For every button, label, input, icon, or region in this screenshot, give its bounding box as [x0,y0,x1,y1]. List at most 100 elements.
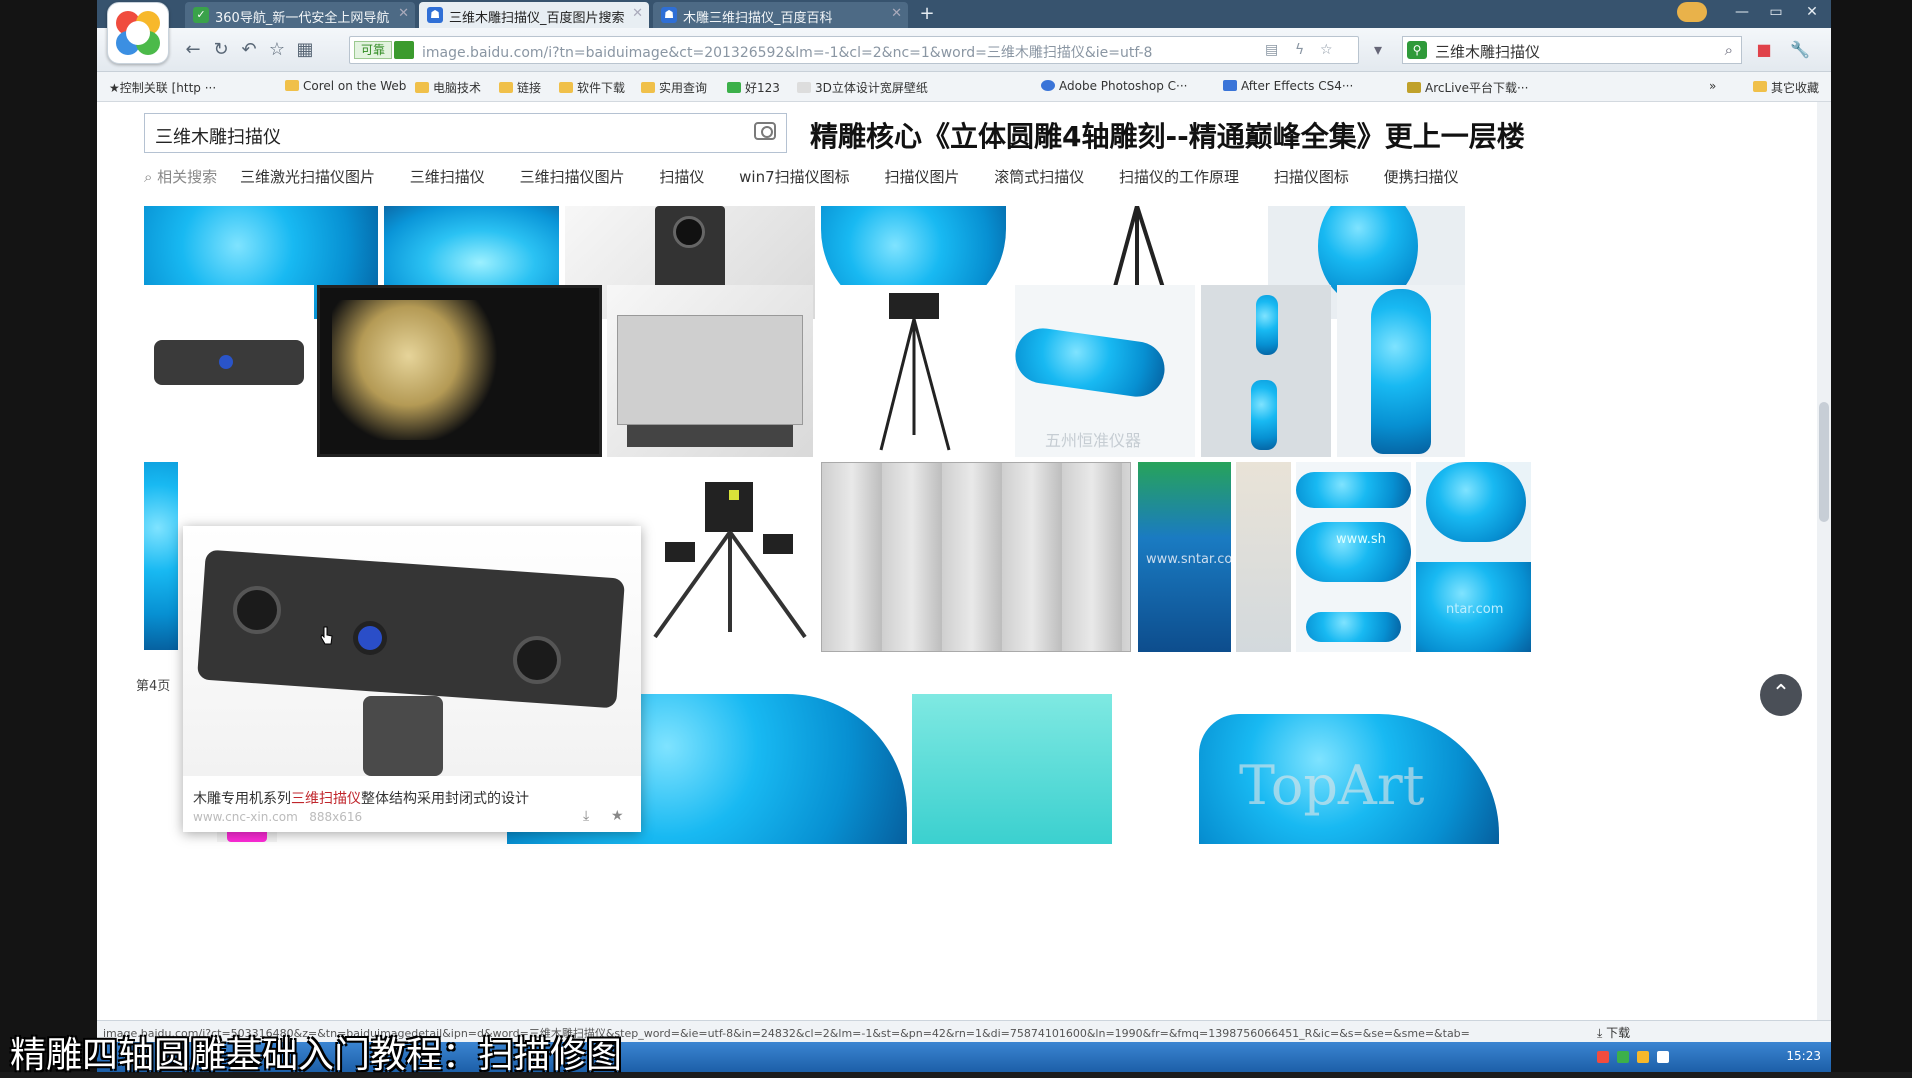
address-bar[interactable]: 可靠 image.baidu.com/i?tn=baiduimage&ct=20… [349,36,1359,64]
ad-banner[interactable]: 精雕核心《立体圆雕4轴雕刻--精通巅峰全集》更上一层楼 [810,115,1525,155]
other-bookmarks-folder[interactable]: 其它收藏 [1752,79,1819,96]
camera-icon[interactable] [754,122,776,140]
image-thumbnail[interactable]: TopArt [1119,694,1531,844]
apps-grid-icon[interactable]: ▦ [293,39,317,63]
new-tab-button[interactable]: + [912,2,942,28]
bookmark-item[interactable]: Adobe Photoshop C··· [1041,79,1187,93]
tray-icon[interactable] [1657,1051,1669,1063]
download-icon[interactable]: ⤓ [583,808,589,824]
related-item[interactable]: 三维扫描仪 [410,168,485,186]
preview-source[interactable]: www.cnc-xin.com 888x616 [193,810,362,824]
bookmark-folder[interactable]: 电脑技术 [415,79,481,96]
related-item[interactable]: 三维激光扫描仪图片 [240,168,375,186]
close-icon[interactable]: ✕ [632,6,643,21]
search-text[interactable]: 三维木雕扫描仪 [1435,41,1540,62]
related-item[interactable]: 扫描仪图片 [884,168,959,186]
related-item[interactable]: 扫描仪图标 [1274,168,1349,186]
image-thumbnail[interactable]: ntar.com [1416,462,1531,652]
bookmark-item[interactable]: 3D立体设计宽屏壁纸 [797,79,928,96]
tools-wrench-icon[interactable]: 🔧 [1787,37,1813,63]
image-thumbnail[interactable] [607,285,813,457]
favorite-star-icon[interactable]: ★ [611,808,624,824]
lightning-icon[interactable]: ϟ [1295,42,1304,58]
baidu-paw-icon: ☗ [661,7,677,23]
query-text[interactable]: 三维木雕扫描仪 [155,123,281,149]
bookmark-folder[interactable]: 实用查询 [641,79,707,96]
minimize-button[interactable]: — [1725,0,1759,24]
tray-icon[interactable] [1597,1051,1609,1063]
bookmark-folder[interactable]: 软件下载 [559,79,625,96]
tab-360-nav[interactable]: ✓ 360导航_新一代安全上网导航 ✕ [185,2,415,28]
related-item[interactable]: win7扫描仪图标 [739,168,850,186]
image-preview-popup[interactable]: 木雕专用机系列三维扫描仪整体结构采用封闭式的设计 www.cnc-xin.com… [183,526,641,832]
bookmark-item[interactable]: ★控制关联 [http ··· [109,79,216,96]
image-thumbnail[interactable] [1236,462,1291,652]
security-icon [394,41,414,59]
video-frame-left [0,0,97,1072]
360-browser-logo[interactable] [107,2,169,64]
image-thumbnail[interactable] [317,285,602,457]
address-url[interactable]: image.baidu.com/i?tn=baiduimage&ct=20132… [422,42,1252,62]
watermark-text: TopArt [1239,754,1425,817]
vertical-scrollbar[interactable] [1817,102,1831,1020]
close-icon[interactable]: ✕ [398,6,409,21]
search-bar[interactable]: ⚲ 三维木雕扫描仪 ⌕ [1402,36,1742,64]
download-button[interactable]: ⤓ 下载 [1597,1024,1630,1041]
bookmark-item[interactable]: Corel on the Web [285,79,406,93]
browser-window: ✓ 360导航_新一代安全上网导航 ✕ ☗ 三维木雕扫描仪_百度图片搜索 ✕ ☗… [97,0,1831,1072]
video-subtitle: 精雕四轴圆雕基础入门教程：扫描修图 [10,1035,623,1076]
bookmark-item[interactable]: After Effects CS4··· [1223,79,1353,93]
tab-label: 三维木雕扫描仪_百度图片搜索 [449,11,625,26]
bookmark-folder[interactable]: 链接 [499,79,541,96]
undo-icon[interactable]: ↶ [237,39,261,63]
image-thumbnail[interactable] [819,285,1009,457]
image-search-box[interactable]: 三维木雕扫描仪 [144,113,787,153]
tab-bar: ✓ 360导航_新一代安全上网导航 ✕ ☗ 三维木雕扫描仪_百度图片搜索 ✕ ☗… [97,0,1831,28]
bookmark-star-icon[interactable]: ☆ [1320,42,1333,58]
watermark-text: 五州恒准仪器 [1045,431,1142,450]
close-icon[interactable]: ✕ [891,6,902,21]
extension-icon[interactable]: ■ [1751,37,1777,63]
tab-baidu-baike[interactable]: ☗ 木雕三维扫描仪_百度百科 ✕ [653,2,908,28]
image-thumbnail[interactable] [1337,285,1465,457]
tab-baidu-image[interactable]: ☗ 三维木雕扫描仪_百度图片搜索 ✕ [419,2,649,28]
back-icon[interactable]: ← [181,39,205,63]
search-icon[interactable]: ⌕ [1725,41,1733,59]
image-thumbnail[interactable] [912,694,1112,844]
page-number-label: 第4页 [136,679,171,694]
preview-image[interactable] [183,526,641,776]
360-icon: ✓ [193,7,209,23]
related-item[interactable]: 扫描仪的工作原理 [1119,168,1239,186]
tray-icon[interactable] [1617,1051,1629,1063]
image-thumbnail[interactable]: www.sntar.com [1138,462,1231,652]
related-item[interactable]: 滚筒式扫描仪 [994,168,1084,186]
image-thumbnail[interactable] [821,462,1131,652]
scrollbar-thumb[interactable] [1819,402,1829,522]
image-thumbnail[interactable] [144,462,178,650]
maximize-button[interactable]: ▭ [1759,0,1793,24]
image-thumbnail[interactable] [144,285,314,455]
tray-icon[interactable] [1637,1051,1649,1063]
watermark-text: ntar.com [1446,602,1504,617]
bookmark-item[interactable]: ArcLive平台下载··· [1407,79,1528,96]
reader-icon[interactable]: ▤ [1265,42,1278,58]
bookmark-item[interactable]: 好123 [727,79,780,96]
back-to-top-button[interactable]: ⌃ [1760,674,1802,716]
refresh-icon[interactable]: ↻ [209,39,233,63]
image-thumbnail[interactable]: 五州恒准仪器 [1015,285,1195,457]
dropdown-icon[interactable]: ▾ [1365,37,1391,63]
search-engine-icon[interactable]: ⚲ [1407,41,1427,59]
related-searches: 相关搜索 三维激光扫描仪图片 三维扫描仪 三维扫描仪图片 扫描仪 win7扫描仪… [144,166,1489,188]
bookmarks-more-icon[interactable]: » [1709,79,1716,93]
user-avatar[interactable] [1677,2,1707,22]
favorite-star-icon[interactable]: ☆ [265,39,289,63]
close-window-button[interactable]: ✕ [1795,0,1829,24]
image-thumbnail[interactable] [645,462,815,652]
related-item[interactable]: 扫描仪 [659,168,704,186]
image-thumbnail[interactable]: www.sh [1296,462,1411,652]
related-item[interactable]: 便携扫描仪 [1384,168,1459,186]
preview-caption[interactable]: 木雕专用机系列三维扫描仪整体结构采用封闭式的设计 [193,788,529,808]
image-thumbnail[interactable] [1201,285,1331,457]
related-item[interactable]: 三维扫描仪图片 [520,168,625,186]
watermark-text: www.sntar.com [1146,552,1231,567]
